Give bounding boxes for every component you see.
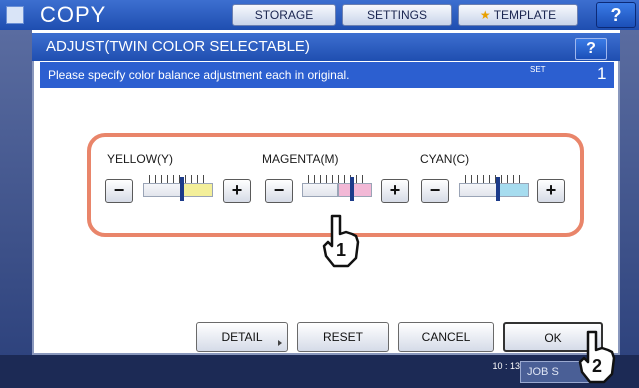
- storage-button[interactable]: STORAGE: [232, 4, 336, 26]
- cyan-minus-button[interactable]: −: [421, 179, 449, 203]
- cyan-track-right: [497, 183, 529, 197]
- tap-hand-icon-2: 2: [578, 330, 616, 384]
- tap-hand-icon-1: 1: [322, 214, 360, 268]
- step-2-number: 2: [592, 356, 602, 376]
- cancel-button[interactable]: CANCEL: [398, 322, 494, 352]
- instruction-text: Please specify color balance adjustment …: [48, 68, 350, 82]
- copy-app-icon: [6, 6, 24, 24]
- cyan-plus-button[interactable]: +: [537, 179, 565, 203]
- star-icon: ★: [479, 8, 491, 22]
- storage-label: STORAGE: [254, 8, 314, 22]
- left-panel-strip: [0, 30, 32, 388]
- cyan-slider-knob[interactable]: [495, 177, 500, 201]
- magenta-minus-button[interactable]: −: [265, 179, 293, 203]
- magenta-ticks: [308, 175, 366, 183]
- dialog-title: ADJUST(TWIN COLOR SELECTABLE): [46, 38, 310, 55]
- reset-button[interactable]: RESET: [297, 322, 389, 352]
- yellow-track-left: [143, 183, 181, 197]
- yellow-plus-button[interactable]: +: [223, 179, 251, 203]
- step-1-number: 1: [336, 240, 346, 260]
- magenta-slider-knob[interactable]: [350, 177, 355, 201]
- detail-arrow-icon: [278, 340, 282, 346]
- yellow-label: YELLOW(Y): [107, 152, 174, 166]
- template-label: TEMPLATE: [493, 8, 557, 22]
- yellow-minus-button[interactable]: −: [105, 179, 133, 203]
- settings-button[interactable]: SETTINGS: [342, 4, 452, 26]
- app-title: COPY: [40, 2, 107, 27]
- right-panel-strip: [620, 30, 639, 388]
- top-help-button[interactable]: ?: [596, 2, 636, 28]
- yellow-ticks: [149, 175, 207, 183]
- set-value: 1: [597, 64, 607, 83]
- magenta-plus-button[interactable]: +: [381, 179, 409, 203]
- magenta-track-right: [338, 183, 372, 197]
- detail-button[interactable]: DETAIL: [196, 322, 288, 352]
- set-label: SET: [530, 65, 546, 74]
- dialog-help-button[interactable]: ?: [575, 38, 607, 60]
- template-button[interactable]: ★ TEMPLATE: [458, 4, 578, 26]
- settings-label: SETTINGS: [366, 8, 427, 22]
- cyan-track-left: [459, 183, 497, 197]
- yellow-slider-knob[interactable]: [179, 177, 184, 201]
- magenta-track-left: [302, 183, 338, 197]
- cyan-label: CYAN(C): [420, 152, 470, 166]
- yellow-track-right: [181, 183, 213, 197]
- clock-readout: 10 : 13: [492, 361, 520, 371]
- cyan-ticks: [465, 175, 523, 183]
- detail-label: DETAIL: [221, 330, 263, 344]
- magenta-label: MAGENTA(M): [262, 152, 339, 166]
